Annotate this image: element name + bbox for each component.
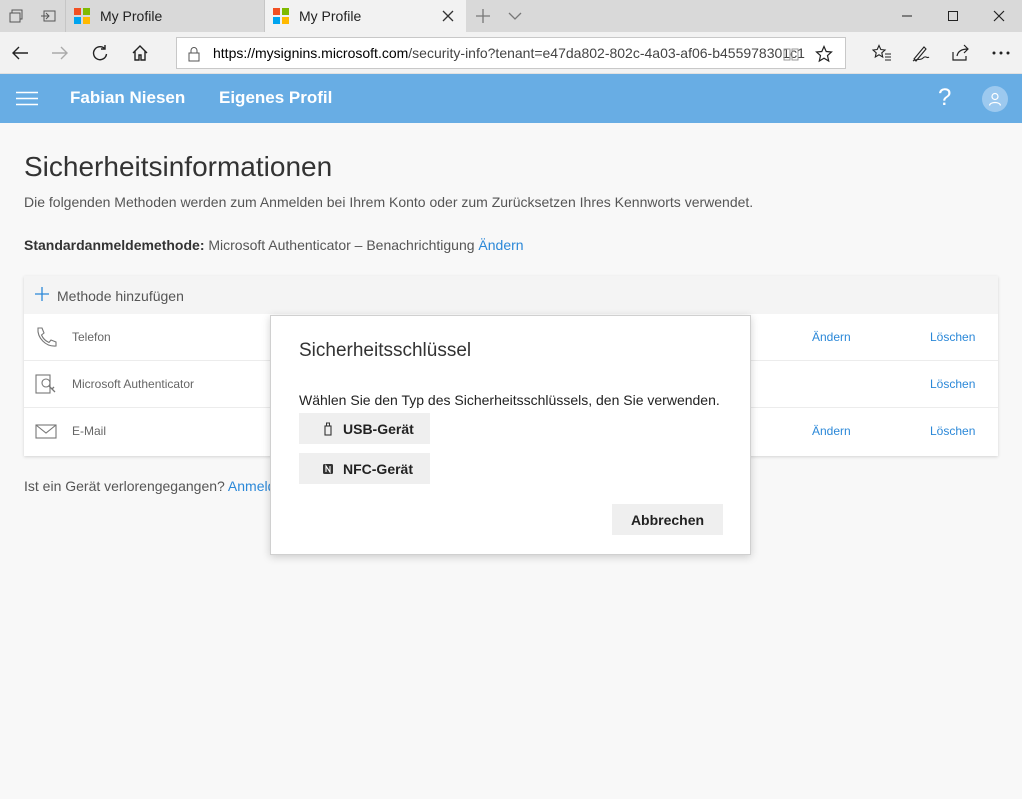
method-name: E-Mail: [72, 424, 107, 438]
page-title: Sicherheitsinformationen: [24, 151, 333, 182]
close-window-button[interactable]: [976, 0, 1022, 32]
nfc-device-button[interactable]: NFC-Gerät: [299, 453, 430, 484]
tab-strip: My Profile My Profile: [0, 0, 1022, 32]
minimize-button[interactable]: [884, 0, 930, 32]
lost-device-link[interactable]: Anmeld: [228, 478, 275, 494]
usb-device-label: USB-Gerät: [343, 420, 414, 437]
forward-button[interactable]: [40, 32, 80, 74]
url-text: https://mysignins.microsoft.com/security…: [213, 45, 805, 61]
lock-icon[interactable]: [187, 46, 201, 62]
dialog-description: Wählen Sie den Typ des Sicherheitsschlüs…: [299, 392, 720, 408]
authenticator-icon: [35, 374, 56, 394]
method-name: Microsoft Authenticator: [72, 377, 195, 391]
hamburger-menu-icon[interactable]: [16, 91, 38, 106]
add-method-label: Methode hinzufügen: [57, 288, 184, 304]
microsoft-logo-icon: [74, 8, 90, 24]
address-bar: https://mysignins.microsoft.com/security…: [0, 32, 1022, 74]
cancel-button[interactable]: Abbrechen: [612, 504, 723, 535]
method-delete-link[interactable]: Löschen: [930, 377, 975, 391]
default-method-label: Standardanmeldemethode:: [24, 237, 205, 253]
lost-device-text: Ist ein Gerät verlorengegangen?: [24, 478, 228, 494]
security-key-dialog: Sicherheitsschlüssel Wählen Sie den Typ …: [270, 315, 751, 555]
usb-key-icon: [324, 422, 332, 436]
mail-icon: [35, 424, 57, 439]
header-profile-link[interactable]: Eigenes Profil: [219, 88, 332, 108]
method-name: Telefon: [72, 330, 111, 344]
url-field[interactable]: https://mysignins.microsoft.com/security…: [176, 37, 846, 69]
new-tab-icon[interactable]: [474, 7, 492, 25]
nfc-icon: [323, 463, 333, 474]
method-delete-link[interactable]: Löschen: [930, 330, 975, 344]
help-icon[interactable]: ?: [938, 84, 951, 112]
default-method-line: Standardanmeldemethode: Microsoft Authen…: [24, 237, 524, 253]
phone-icon: [37, 327, 57, 347]
method-change-link[interactable]: Ändern: [812, 424, 851, 438]
favorites-hub-button[interactable]: [862, 32, 902, 74]
notes-pen-button[interactable]: [901, 32, 941, 74]
favorite-star-icon[interactable]: [815, 45, 833, 63]
tab-title: My Profile: [100, 8, 163, 24]
tab-title: My Profile: [299, 8, 362, 24]
nfc-device-label: NFC-Gerät: [343, 460, 414, 477]
close-icon[interactable]: [440, 8, 456, 24]
share-button[interactable]: [941, 32, 981, 74]
reading-view-icon[interactable]: [783, 46, 799, 62]
chevron-down-icon[interactable]: [507, 8, 523, 24]
avatar[interactable]: [982, 86, 1008, 112]
tab-list-icon[interactable]: [0, 0, 32, 32]
plus-icon: [35, 287, 49, 301]
tab-my-profile-2[interactable]: My Profile: [265, 0, 466, 32]
method-delete-link[interactable]: Löschen: [930, 424, 975, 438]
default-method-value: Microsoft Authenticator – Benachrichtigu…: [204, 237, 479, 253]
dialog-title: Sicherheitsschlüssel: [299, 340, 472, 361]
maximize-button[interactable]: [930, 0, 976, 32]
method-change-link[interactable]: Ändern: [812, 330, 851, 344]
add-method-button[interactable]: Methode hinzufügen: [24, 276, 998, 314]
home-button[interactable]: [120, 32, 160, 74]
header-user-name[interactable]: Fabian Niesen: [70, 88, 185, 108]
refresh-button[interactable]: [80, 32, 120, 74]
tab-my-profile-1[interactable]: My Profile: [65, 0, 265, 32]
set-aside-tabs-icon[interactable]: [32, 0, 64, 32]
microsoft-logo-icon: [273, 8, 289, 24]
more-menu-icon[interactable]: [981, 32, 1021, 74]
usb-device-button[interactable]: USB-Gerät: [299, 413, 430, 444]
user-icon: [988, 92, 1002, 106]
lost-device-line: Ist ein Gerät verlorengegangen? Anmeld: [24, 478, 275, 494]
app-header: Fabian Niesen Eigenes Profil ?: [0, 74, 1022, 123]
default-method-change-link[interactable]: Ändern: [478, 237, 523, 253]
page-subtitle: Die folgenden Methoden werden zum Anmeld…: [24, 194, 754, 210]
back-button[interactable]: [0, 32, 40, 74]
